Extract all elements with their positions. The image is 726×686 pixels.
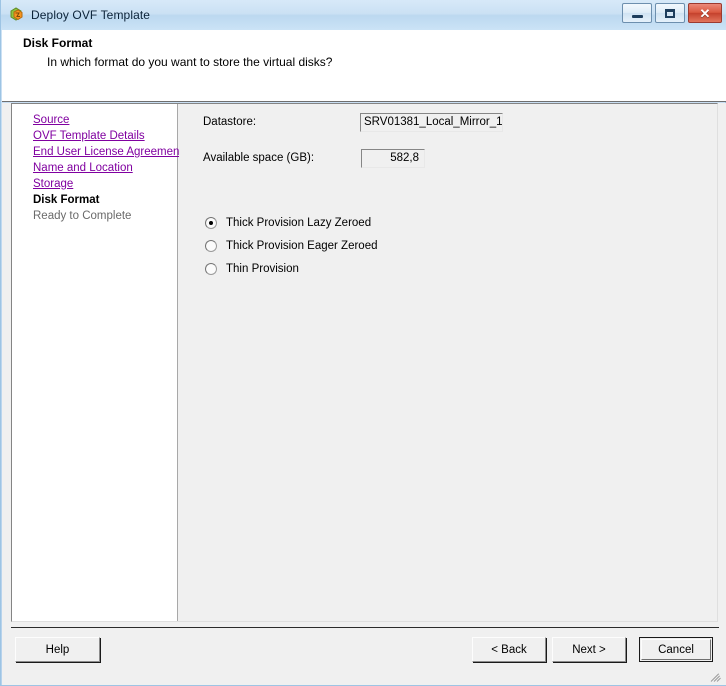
page-header: Disk Format In which format do you want … bbox=[2, 30, 726, 102]
radio-thick-provision-eager-zeroed[interactable]: Thick Provision Eager Zeroed bbox=[205, 234, 377, 257]
disk-format-radio-group: Thick Provision Lazy Zeroed Thick Provis… bbox=[205, 211, 377, 280]
available-space-row: Available space (GB): 582,8 bbox=[203, 149, 663, 169]
back-button[interactable]: < Back bbox=[472, 637, 546, 662]
datastore-field[interactable]: SRV01381_Local_Mirror_1 bbox=[360, 113, 503, 132]
maximize-icon bbox=[665, 8, 675, 18]
sidebar-item-source[interactable]: Source bbox=[12, 112, 177, 128]
next-button[interactable]: Next > bbox=[552, 637, 626, 662]
sidebar-item-name-and-location[interactable]: Name and Location bbox=[12, 160, 177, 176]
radio-unselected-icon bbox=[205, 262, 217, 275]
ovf-template-icon bbox=[9, 7, 25, 23]
sidebar-item-storage[interactable]: Storage bbox=[12, 176, 177, 192]
page-title: Disk Format bbox=[23, 36, 93, 50]
maximize-button[interactable] bbox=[655, 3, 685, 23]
sidebar-item-disk-format[interactable]: Disk Format bbox=[12, 192, 177, 208]
datastore-label: Datastore: bbox=[203, 116, 257, 128]
available-space-field: 582,8 bbox=[361, 149, 425, 168]
close-button[interactable]: ✕ bbox=[688, 3, 722, 23]
help-button[interactable]: Help bbox=[15, 637, 100, 662]
title-bar[interactable]: Deploy OVF Template ✕ bbox=[1, 0, 726, 30]
sidebar-item-end-user-license-agreement[interactable]: End User License Agreement bbox=[12, 144, 183, 160]
minimize-icon bbox=[631, 14, 643, 18]
page-subtitle: In which format do you want to store the… bbox=[47, 55, 333, 69]
radio-label-thick-lazy: Thick Provision Lazy Zeroed bbox=[226, 216, 372, 229]
dialog-window: Deploy OVF Template ✕ Disk Format In whi… bbox=[0, 0, 726, 686]
window-controls: ✕ bbox=[622, 3, 722, 23]
radio-thin-provision[interactable]: Thin Provision bbox=[205, 257, 377, 280]
footer-separator bbox=[11, 627, 719, 628]
main-pane: Datastore: SRV01381_Local_Mirror_1 Avail… bbox=[179, 104, 717, 621]
radio-label-thin: Thin Provision bbox=[226, 262, 299, 275]
wizard-steps-sidebar: Source OVF Template Details End User Lic… bbox=[12, 104, 183, 621]
content-panel: Source OVF Template Details End User Lic… bbox=[11, 103, 718, 622]
resize-grip[interactable] bbox=[709, 669, 723, 683]
radio-selected-icon bbox=[205, 216, 217, 229]
radio-thick-provision-lazy-zeroed[interactable]: Thick Provision Lazy Zeroed bbox=[205, 211, 377, 234]
window-title: Deploy OVF Template bbox=[31, 8, 151, 22]
dialog-body: Source OVF Template Details End User Lic… bbox=[2, 103, 726, 685]
cancel-button[interactable]: Cancel bbox=[639, 637, 713, 662]
radio-label-thick-eager: Thick Provision Eager Zeroed bbox=[226, 239, 378, 252]
cancel-button-label: Cancel bbox=[641, 639, 711, 660]
close-icon: ✕ bbox=[699, 5, 711, 21]
minimize-button[interactable] bbox=[622, 3, 652, 23]
datastore-row: Datastore: SRV01381_Local_Mirror_1 bbox=[203, 113, 663, 133]
available-space-label: Available space (GB): bbox=[203, 152, 315, 164]
sidebar-item-ready-to-complete: Ready to Complete bbox=[33, 210, 132, 222]
radio-unselected-icon bbox=[205, 239, 217, 252]
sidebar-item-ovf-template-details[interactable]: OVF Template Details bbox=[12, 128, 177, 144]
